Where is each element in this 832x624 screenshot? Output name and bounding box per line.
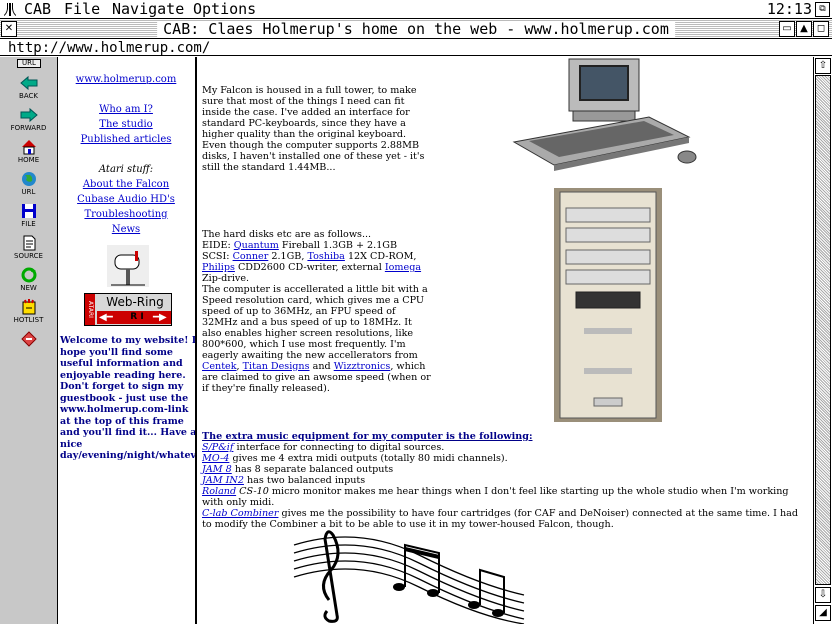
spdif-link[interactable]: S/P&if [202,442,233,453]
philips-line: Philips CDD2600 CD-writer, external Iome… [202,262,422,273]
home-button[interactable]: HOME [0,139,57,164]
menu-navigate[interactable]: Navigate [112,0,184,19]
close-icon[interactable]: ✕ [1,21,17,37]
scrollbar-thumb[interactable] [815,75,831,585]
window-title-bar[interactable]: ✕ CAB: Claes Holmerup's home on the web … [0,20,832,39]
site-home-link[interactable]: www.holmerup.com [59,74,193,86]
url-toggle-button[interactable]: URL [17,59,41,68]
music-equipment-section: The extra music equipment for my compute… [202,431,807,530]
iomega-link[interactable]: Iomega [385,262,421,273]
conner-link[interactable]: Conner [233,251,269,262]
mailbox-icon[interactable] [107,245,149,287]
webring-banner[interactable]: ATARI Web-Ring ◀━ R I ━▶ [84,293,172,326]
new-button[interactable]: NEW [0,267,57,292]
navigation-frame: www.holmerup.com Who am I? The studio Pu… [59,57,197,624]
studio-link[interactable]: The studio [59,119,193,131]
hardware-paragraph: The hard disks etc are as follows... EID… [202,229,434,394]
new-label: NEW [20,284,37,292]
file-label: FILE [21,220,36,228]
jam8-link[interactable]: JAM 8 [202,464,232,475]
published-articles-link[interactable]: Published articles [59,134,193,146]
back-button[interactable]: BACK [0,75,57,100]
jamin2-link[interactable]: JAM IN2 [202,475,244,486]
stop-icon [20,331,37,347]
music-item: MO-4 gives me 4 extra midi outputs (tota… [202,453,508,464]
back-arrow-icon [19,75,37,91]
window-title: CAB: Claes Holmerup's home on the web - … [157,21,675,38]
falcon-paragraph: My Falcon is housed in a full tower, to … [202,85,425,173]
combiner-link[interactable]: C-lab Combiner [202,508,278,519]
scsi-line: SCSI: Conner 2.1GB, Toshiba 12X CD-ROM, [202,251,417,262]
toolbar: URL BACK FORWARD HOME URL FILE SOURCE NE… [0,57,58,624]
hard-disks-intro: The hard disks etc are as follows... [202,229,372,240]
tower-case-image [554,188,662,422]
forward-button[interactable]: FORWARD [0,107,57,132]
back-label: BACK [19,92,38,100]
scroll-down-icon[interactable]: ⇩ [815,587,831,603]
centek-link[interactable]: Centek [202,361,237,372]
philips-link[interactable]: Philips [202,262,235,273]
hotlist-label: HOTLIST [13,316,44,324]
cubase-link[interactable]: Cubase Audio HD's [59,194,193,206]
address-bar[interactable]: http://www.holmerup.com/ [0,40,832,56]
titan-designs-link[interactable]: Titan Designs [243,361,310,372]
fuller-icon[interactable]: ◻ [813,21,829,37]
document-icon [23,235,35,251]
falcon-computer-image [512,58,697,171]
scroll-up-icon[interactable]: ⇧ [815,58,831,74]
home-label: HOME [17,156,40,164]
menu-bar: CAB File Navigate Options 12:13 ⧉ [0,0,832,19]
menu-file[interactable]: File [64,0,100,19]
content-frame: My Falcon is housed in a full tower, to … [199,57,813,624]
menu-options[interactable]: Options [193,0,256,19]
webring-prev-icon[interactable]: ◀━ [99,311,113,324]
about-falcon-link[interactable]: About the Falcon [59,179,193,191]
url-button[interactable]: URL [0,171,57,196]
iconify-icon[interactable]: ▭ [779,21,795,37]
toshiba-link[interactable]: Toshiba [307,251,344,262]
vertical-scrollbar[interactable]: ⇧ ⇩ ◢ [813,57,832,624]
wizztronics-link[interactable]: Wizztronics [334,361,391,372]
quantum-link[interactable]: Quantum [234,240,279,251]
music-item: S/P&if interface for connecting to digit… [202,442,445,453]
accelerator-text: The computer is accellerated a little bi… [202,284,431,394]
source-label: SOURCE [14,252,43,260]
resize-icon[interactable]: ◢ [815,605,831,621]
hotlist-button[interactable]: HOTLIST [0,299,57,324]
welcome-text: Welcome to my website! I hope you'll fin… [60,335,197,461]
window-icon[interactable]: ⧉ [815,2,830,17]
troubleshooting-link[interactable]: Troubleshooting [59,209,193,221]
webring-next-icon[interactable]: ━▶ [153,311,167,324]
eide-line: EIDE: Quantum Fireball 1.3GB + 2.1GB [202,240,398,251]
roland-link[interactable]: Roland [202,486,236,497]
music-heading: The extra music equipment for my compute… [202,431,533,442]
hotlist-icon [22,299,35,315]
atari-stuff-heading: Atari stuff: [98,164,154,175]
forward-label: FORWARD [10,124,47,132]
who-am-i-link[interactable]: Who am I? [59,104,193,116]
stop-button[interactable] [0,331,57,348]
webring-nav-label: R I [130,312,144,322]
music-item: JAM IN2 has two balanced inputs [202,475,366,486]
news-link[interactable]: News [59,224,193,236]
scroll-up-small-icon[interactable]: ▲ [796,21,812,37]
clock: 12:13 [766,0,812,18]
music-staff-image [293,530,525,624]
music-item: Roland CS-10 micro monitor makes me hear… [202,486,789,508]
forward-arrow-icon [20,107,38,123]
globe-icon [21,172,36,186]
atari-logo-icon[interactable] [4,3,16,16]
reload-icon [21,267,36,283]
zip-line: Zip-drive. [202,273,250,284]
webring-side-label: ATARI [85,294,95,325]
home-icon [21,140,36,155]
music-item: JAM 8 has 8 separate balanced outputs [202,464,394,475]
mo4-link[interactable]: MO-4 [202,453,229,464]
source-button[interactable]: SOURCE [0,235,57,260]
webring-title: Web-Ring [106,295,164,309]
floppy-disk-icon [21,204,36,218]
file-button[interactable]: FILE [0,203,57,228]
menu-cab[interactable]: CAB [24,0,51,19]
url-label: URL [21,188,36,196]
